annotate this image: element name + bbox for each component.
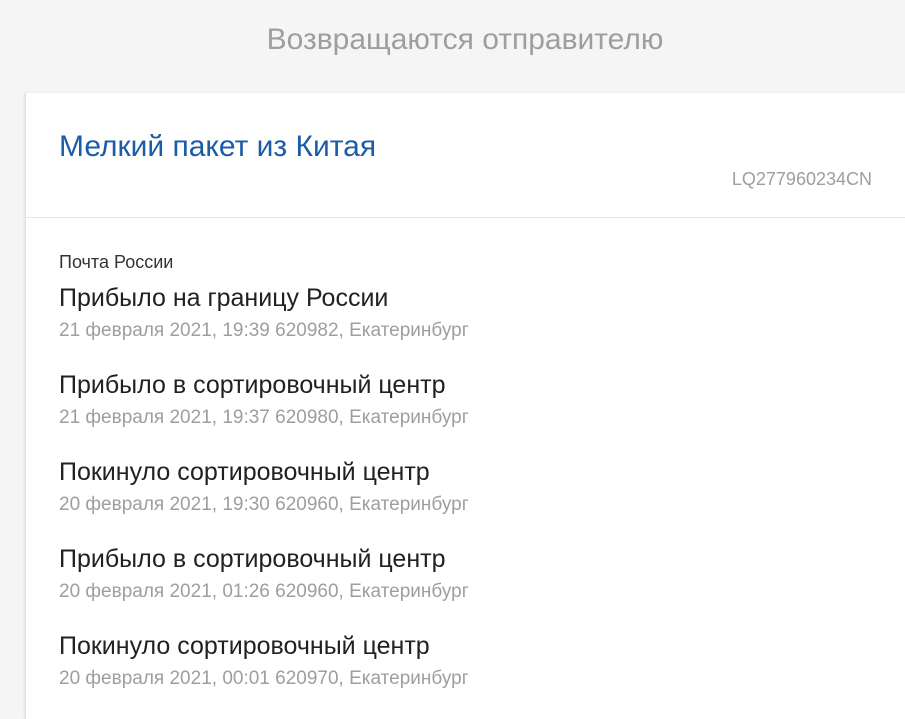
tracking-history: Почта России Прибыло на границу России 2…: [26, 218, 905, 690]
event-details: 21 февраля 2021, 19:39 620982, Екатеринб…: [59, 320, 872, 342]
event-details: 20 февраля 2021, 19:30 620960, Екатеринб…: [59, 494, 872, 516]
tracking-event: Прибыло на границу России 21 февраля 202…: [59, 283, 872, 342]
event-datetime: 20 февраля 2021, 19:30: [59, 494, 270, 515]
event-status: Прибыло в сортировочный центр: [59, 371, 446, 399]
event-location: 620960, Екатеринбург: [275, 581, 469, 602]
event-datetime: 20 февраля 2021, 00:01: [59, 668, 270, 689]
carrier-name: Почта России: [59, 252, 174, 272]
tracking-event: Прибыло в сортировочный центр 20 февраля…: [59, 544, 872, 603]
event-datetime: 20 февраля 2021, 01:26: [59, 581, 270, 602]
tracking-event: Покинуло сортировочный центр 20 февраля …: [59, 631, 872, 690]
event-status: Покинуло сортировочный центр: [59, 458, 430, 486]
event-details: 20 февраля 2021, 01:26 620960, Екатеринб…: [59, 581, 872, 603]
event-location: 620970, Екатеринбург: [275, 668, 469, 689]
parcel-card: Мелкий пакет из Китая LQ277960234CN Почт…: [25, 93, 905, 719]
event-details: 21 февраля 2021, 19:37 620980, Екатеринб…: [59, 407, 872, 429]
parcel-card-header: Мелкий пакет из Китая LQ277960234CN: [26, 93, 905, 218]
event-status: Покинуло сортировочный центр: [59, 632, 430, 660]
event-datetime: 21 февраля 2021, 19:37: [59, 407, 270, 428]
event-details: 20 февраля 2021, 00:01 620970, Екатеринб…: [59, 668, 872, 690]
section-header: Возвращаются отправителю: [25, 0, 905, 93]
section-title: Возвращаются отправителю: [266, 23, 664, 56]
event-location: 620982, Екатеринбург: [275, 320, 469, 341]
event-status: Прибыло в сортировочный центр: [59, 545, 446, 573]
event-datetime: 21 февраля 2021, 19:39: [59, 320, 270, 341]
tracking-event: Прибыло в сортировочный центр 21 февраля…: [59, 370, 872, 429]
event-location: 620980, Екатеринбург: [275, 407, 469, 428]
tracking-number: LQ277960234CN: [731, 169, 872, 189]
event-status: Прибыло на границу России: [59, 284, 389, 312]
tracking-event: Покинуло сортировочный центр 20 февраля …: [59, 457, 872, 516]
event-location: 620960, Екатеринбург: [275, 494, 469, 515]
parcel-title: Мелкий пакет из Китая: [59, 130, 377, 163]
